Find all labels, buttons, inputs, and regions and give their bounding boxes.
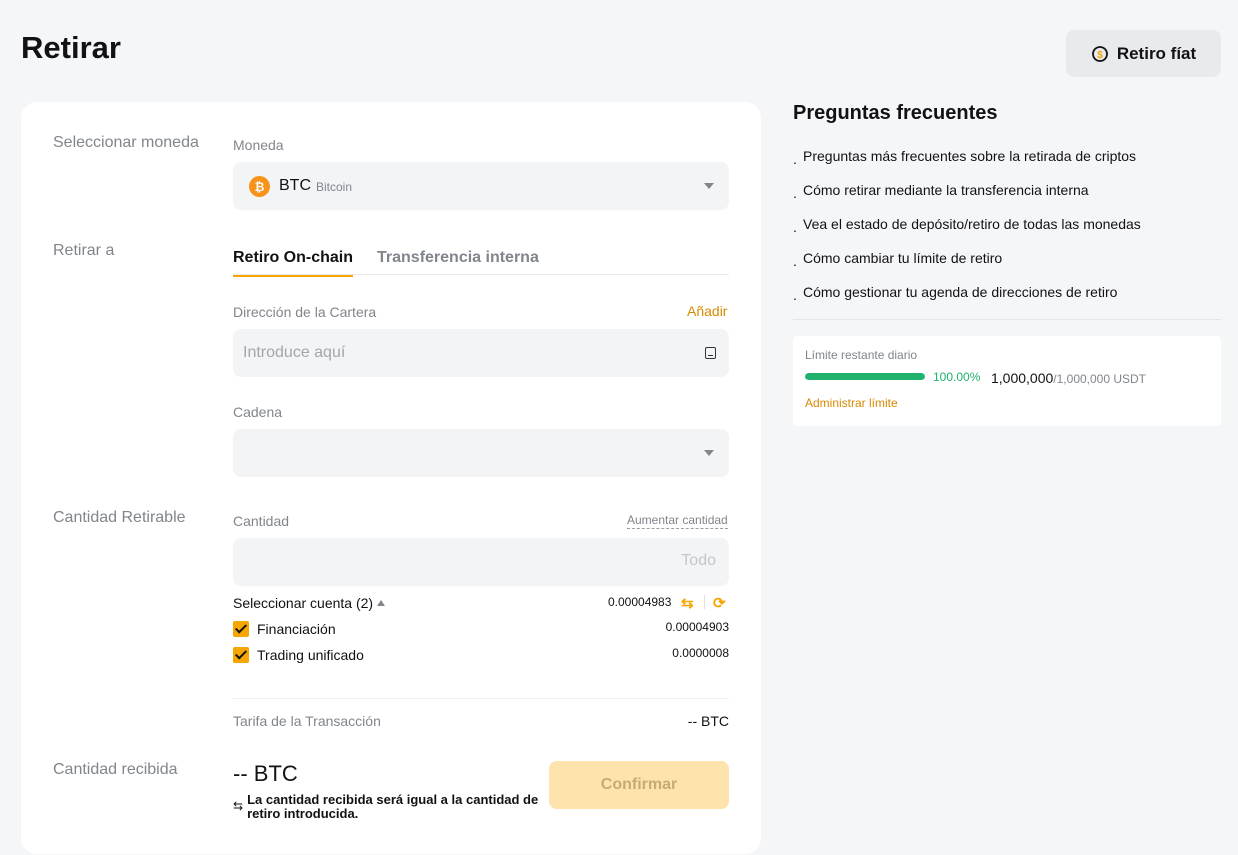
coin-select[interactable]: ₿ BTC Bitcoin bbox=[233, 162, 729, 210]
fee-divider bbox=[233, 698, 729, 699]
add-address-link[interactable]: Añadir bbox=[687, 303, 727, 319]
account-value-unified: 0.0000008 bbox=[672, 646, 729, 660]
faq-item-text: Cómo gestionar tu agenda de direcciones … bbox=[803, 284, 1118, 300]
faq-list: . Preguntas más frecuentes sobre la retir… bbox=[793, 148, 1141, 318]
all-amount-button[interactable]: Todo bbox=[681, 552, 716, 570]
amount-label: Cantidad bbox=[233, 513, 290, 529]
faq-item[interactable]: . Cómo cambiar tu límite de retiro bbox=[793, 250, 1141, 284]
bullet: . bbox=[793, 185, 797, 201]
faq-item-text: Cómo cambiar tu límite de retiro bbox=[803, 250, 1003, 266]
withdraw-form-card: Seleccionar moneda Moneda ₿ BTC Bitcoin … bbox=[21, 102, 761, 854]
address-field bbox=[233, 329, 729, 377]
faq-item-text: Vea el estado de depósito/retiro de toda… bbox=[803, 216, 1141, 232]
limit-total: /1,000,000 USDT bbox=[1053, 372, 1147, 386]
svg-text:$: $ bbox=[1097, 50, 1103, 61]
account-label-funding: Financiación bbox=[257, 621, 336, 637]
select-account-toggle[interactable]: Seleccionar cuenta (2) bbox=[233, 595, 386, 611]
limit-current: 1,000,000 bbox=[991, 370, 1054, 386]
fiat-coin-icon: $ bbox=[1091, 45, 1108, 62]
account-value-funding: 0.00004903 bbox=[665, 620, 729, 634]
manage-limit-link[interactable]: Administrar límite bbox=[805, 396, 898, 410]
page-title: Retirar bbox=[21, 30, 121, 65]
increase-amount-link[interactable]: Aumentar cantidad bbox=[627, 513, 728, 529]
refresh-icon[interactable]: ⟳ bbox=[713, 594, 726, 612]
fee-value: -- BTC bbox=[687, 713, 729, 729]
fiat-withdraw-label: Retiro fíat bbox=[1116, 43, 1197, 63]
icon-divider bbox=[704, 595, 705, 609]
withdraw-tabs: Retiro On-chain Transferencia interna bbox=[233, 242, 729, 277]
select-account-label: Seleccionar cuenta (2) bbox=[233, 595, 374, 611]
withdraw-to-section-label: Retirar a bbox=[53, 242, 115, 259]
confirm-button[interactable]: Confirmar bbox=[549, 761, 729, 809]
bitcoin-icon: ₿ bbox=[249, 176, 270, 197]
amount-section-label: Cantidad Retirable bbox=[53, 509, 186, 526]
wallet-address-label: Dirección de la Cartera bbox=[233, 304, 377, 320]
received-section-label: Cantidad recibida bbox=[53, 761, 178, 778]
fee-label: Tarifa de la Transacción bbox=[233, 713, 381, 729]
coin-label: Moneda bbox=[233, 137, 284, 153]
amount-field[interactable]: Todo bbox=[233, 538, 729, 586]
faq-item-text: Preguntas más frecuentes sobre la retira… bbox=[803, 148, 1137, 164]
daily-limit-label: Límite restante diario bbox=[805, 348, 918, 362]
faq-item[interactable]: . Cómo retirar mediante la transferencia … bbox=[793, 182, 1141, 216]
faq-divider bbox=[793, 319, 1221, 320]
bullet: . bbox=[793, 253, 797, 269]
address-input[interactable] bbox=[243, 329, 683, 377]
bullet: . bbox=[793, 219, 797, 235]
tab-internal-transfer[interactable]: Transferencia interna bbox=[377, 249, 539, 267]
received-note-text: La cantidad recibida será igual a la can… bbox=[247, 792, 539, 821]
fiat-withdraw-button[interactable]: $ Retiro fíat bbox=[1066, 30, 1221, 77]
limit-amount: 1,000,000/1,000,000 USDT bbox=[991, 370, 1146, 386]
account-checkbox-unified[interactable] bbox=[233, 647, 249, 663]
received-note: ⇆ La cantidad recibida será igual a la c… bbox=[233, 793, 543, 821]
faq-item[interactable]: . Vea el estado de depósito/retiro de tod… bbox=[793, 216, 1141, 250]
account-label-unified: Trading unificado bbox=[257, 647, 364, 663]
limit-progress-fill bbox=[805, 373, 925, 380]
chain-select[interactable] bbox=[233, 429, 729, 477]
bullet: . bbox=[793, 151, 797, 167]
bullet: . bbox=[793, 287, 797, 303]
faq-item[interactable]: . Cómo gestionar tu agenda de direcciones… bbox=[793, 284, 1141, 318]
coin-name: Bitcoin bbox=[316, 180, 353, 194]
caret-up-icon bbox=[377, 600, 386, 606]
limit-percent: 100.00% bbox=[933, 370, 981, 384]
chevron-down-icon bbox=[704, 183, 714, 189]
account-checkbox-funding[interactable] bbox=[233, 621, 249, 637]
faq-title: Preguntas frecuentes bbox=[793, 102, 998, 124]
total-balance: 0.00004983 bbox=[608, 595, 672, 609]
faq-item[interactable]: . Preguntas más frecuentes sobre la retir… bbox=[793, 148, 1141, 182]
received-amount: -- BTC bbox=[233, 761, 298, 786]
chain-label: Cadena bbox=[233, 404, 283, 420]
swap-icon[interactable]: ⇆ bbox=[681, 594, 694, 612]
chevron-down-icon bbox=[704, 450, 714, 456]
tab-onchain[interactable]: Retiro On-chain bbox=[233, 249, 354, 277]
address-book-icon[interactable] bbox=[705, 347, 716, 359]
limit-progress-bar bbox=[805, 373, 925, 380]
select-coin-section-label: Seleccionar moneda bbox=[53, 134, 199, 151]
arrows-icon: ⇆ bbox=[233, 799, 244, 813]
daily-limit-card: Límite restante diario 100.00% 1,000,000… bbox=[793, 336, 1221, 426]
coin-symbol: BTC bbox=[279, 177, 311, 194]
faq-item-text: Cómo retirar mediante la transferencia i… bbox=[803, 182, 1089, 198]
